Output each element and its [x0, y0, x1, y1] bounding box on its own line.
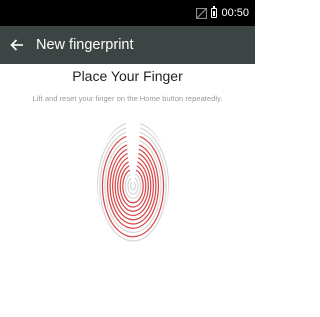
- fingerprint-ridge: [129, 181, 137, 191]
- fingerprint-ridge: [127, 177, 139, 195]
- status-time: 00:50: [221, 7, 249, 19]
- app-title: New fingerprint: [36, 37, 134, 53]
- back-button[interactable]: [0, 26, 34, 64]
- fingerprint-ridge: [97, 127, 169, 244]
- status-icons: 00:50: [196, 0, 249, 26]
- battery-icon: [211, 6, 218, 18]
- app-bar: New fingerprint: [0, 26, 255, 64]
- status-bar: 00:50: [0, 0, 255, 26]
- fingerprint-ridge: [101, 135, 165, 238]
- fingerprint-ridge: [104, 140, 162, 234]
- fingerprint-ridge: [109, 148, 157, 225]
- signal-icon: [196, 7, 208, 19]
- fingerprint-icon: [97, 122, 169, 244]
- fingerprint-ridge: [112, 152, 154, 221]
- instructions-text: Lift and reset your finger on the Home b…: [32, 94, 223, 103]
- fingerprint-ridge: [119, 165, 147, 208]
- page-title: Place Your Finger: [72, 68, 183, 84]
- arrow-left-icon: [10, 39, 23, 51]
